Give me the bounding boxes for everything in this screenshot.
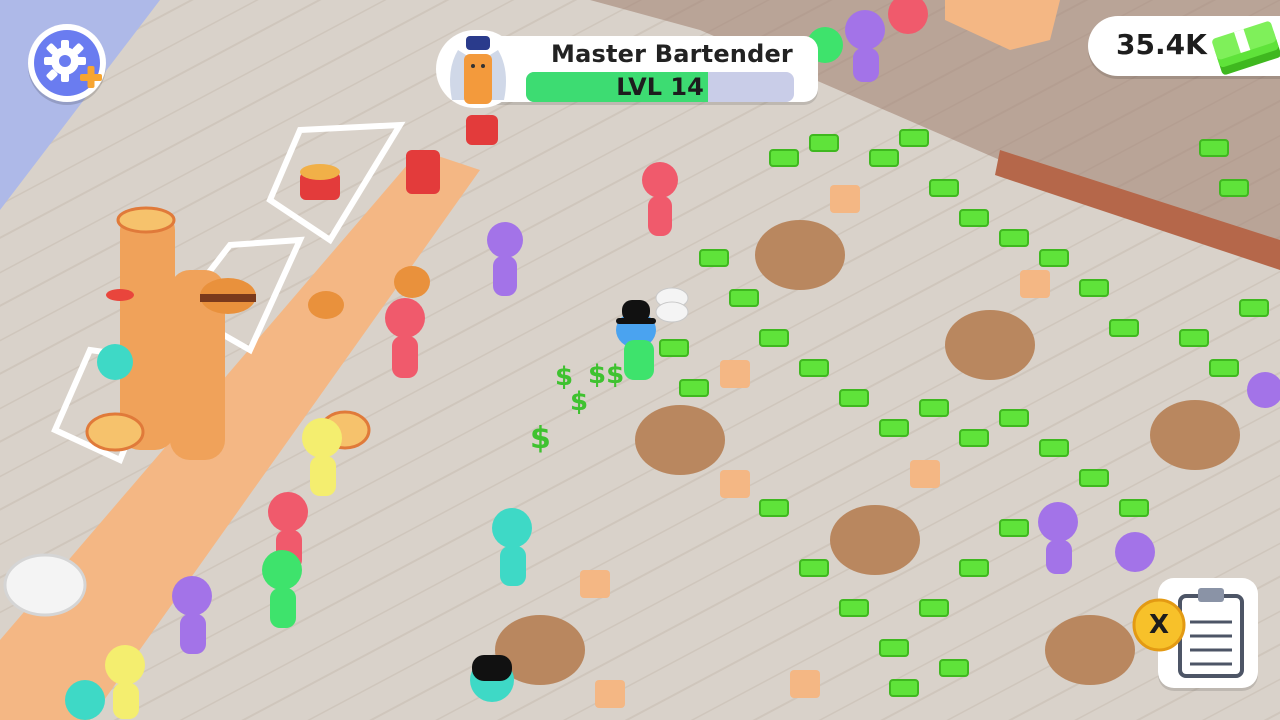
chicken-bucket	[406, 150, 440, 194]
plate-stack	[3, 553, 87, 617]
burger	[308, 291, 344, 319]
order-badge-label: X	[1148, 610, 1170, 640]
chair	[1020, 270, 1050, 298]
level-title: Master Bartender	[551, 40, 793, 68]
svg-text:$$: $$	[588, 360, 624, 390]
level-label: LVL 14	[616, 73, 704, 101]
dining-table	[1045, 615, 1135, 685]
gear-plus-icon	[34, 30, 102, 96]
chicken-bucket	[300, 164, 340, 200]
level-panel: Master Bartender LVL 14	[436, 30, 818, 108]
chair	[720, 360, 750, 388]
customer	[1115, 532, 1155, 572]
dining-table	[635, 405, 725, 475]
cash-stack-icon	[1212, 21, 1280, 75]
settings-button[interactable]	[28, 24, 106, 102]
bartender-avatar	[436, 30, 520, 108]
svg-text:$: $	[530, 421, 551, 456]
customer	[65, 680, 105, 720]
dining-table	[1150, 400, 1240, 470]
pizza	[85, 412, 145, 452]
money-counter: 35.4K	[1088, 16, 1280, 76]
chair	[720, 470, 750, 498]
dining-table	[945, 310, 1035, 380]
svg-text:$: $	[570, 387, 588, 417]
worker-character	[470, 655, 514, 702]
chair	[830, 185, 860, 213]
chair	[790, 670, 820, 698]
dining-table	[830, 505, 920, 575]
chair	[910, 460, 940, 488]
customer	[97, 344, 133, 380]
game-scene: $ $ $ $$	[0, 0, 1280, 720]
level-progress-bar: LVL 14	[526, 72, 794, 102]
money-amount: 35.4K	[1116, 28, 1207, 61]
chair	[595, 680, 625, 708]
plate-stack	[655, 287, 689, 323]
burger	[394, 266, 430, 298]
bartender-icon	[450, 36, 506, 104]
dining-table	[755, 220, 845, 290]
chair	[580, 570, 610, 598]
chicken-bucket	[466, 115, 498, 145]
burger	[200, 278, 256, 314]
